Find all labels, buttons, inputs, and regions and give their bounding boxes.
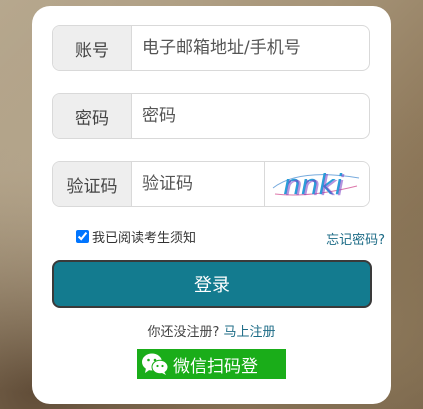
- wechat-login-label: 微信扫码登: [173, 356, 258, 377]
- candidate-notice-link[interactable]: 考生须知: [144, 227, 196, 246]
- agree-prefix: 我已阅读: [92, 231, 145, 246]
- agree-checkbox[interactable]: [76, 230, 89, 243]
- captcha-field: 验证码 nnki nnki: [52, 161, 370, 207]
- password-field: 密码: [52, 93, 370, 139]
- account-label: 账号: [53, 26, 132, 70]
- wechat-login-button[interactable]: 微信扫码登: [137, 349, 286, 379]
- captcha-input[interactable]: [132, 162, 264, 206]
- captcha-image-graphic: nnki nnki: [272, 168, 360, 202]
- login-button[interactable]: 登录: [52, 260, 372, 308]
- captcha-image[interactable]: nnki nnki: [264, 162, 369, 206]
- password-input[interactable]: [132, 94, 369, 138]
- captcha-text-shadow: nnki: [285, 169, 345, 202]
- register-prompt: 你还没注册?: [147, 325, 220, 340]
- forgot-password-link[interactable]: 忘记密码?: [326, 229, 385, 248]
- account-input[interactable]: [132, 26, 369, 70]
- password-label: 密码: [53, 94, 132, 138]
- register-link[interactable]: 马上注册: [223, 325, 275, 340]
- login-card: 账号 密码 验证码 nnki nnki 我已阅读考生须知 忘记密码? 登录 你还…: [32, 6, 391, 404]
- register-row: 你还没注册? 马上注册: [32, 321, 391, 340]
- agree-row[interactable]: 我已阅读 考生须知: [76, 227, 196, 246]
- wechat-icon: [141, 352, 169, 376]
- account-field: 账号: [52, 25, 370, 71]
- captcha-label: 验证码: [53, 162, 132, 206]
